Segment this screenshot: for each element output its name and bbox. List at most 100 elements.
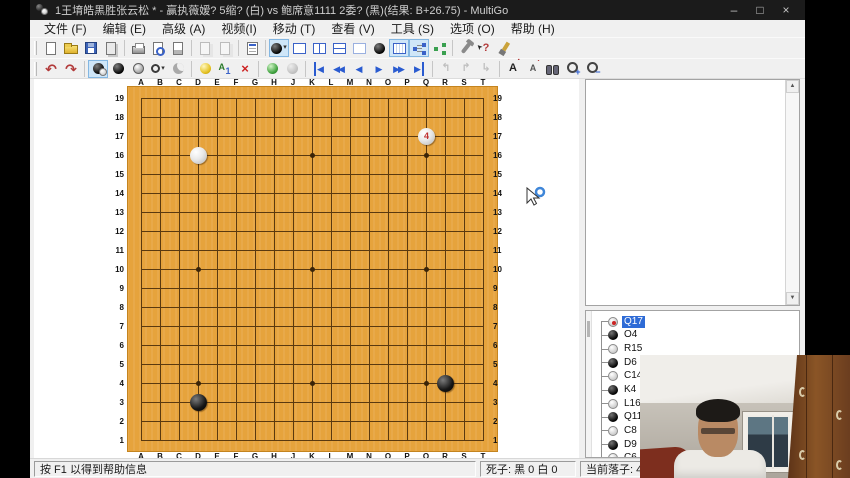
maximize-button[interactable]: □ [747,3,773,17]
menu-item-7[interactable]: 选项 (O) [442,20,503,37]
white-stone-button[interactable] [128,60,148,78]
move-tree-item-Q17[interactable]: Q17 [586,315,799,329]
dropdown-arrow-icon[interactable]: ▾ [283,44,287,52]
coord-number-left: 3 [104,398,124,407]
nav-back10-button[interactable]: ◀◀ [329,60,349,78]
menu-item-6[interactable]: 工具 (S) [383,20,442,37]
minimize-button[interactable]: – [721,3,747,17]
redo-button[interactable]: ↷ [61,60,81,78]
layout-plain-button[interactable] [349,39,369,57]
clean-board-button[interactable] [496,39,516,57]
black-stone-button[interactable] [108,60,128,78]
move-label[interactable]: O4 [622,329,639,341]
coord-number-right: 16 [493,151,513,160]
page-setup-button[interactable] [168,39,188,57]
game-info-button[interactable] [242,39,262,57]
move-label[interactable]: C8 [622,425,639,437]
layout-vsplit-button[interactable] [309,39,329,57]
menu-item-1[interactable]: 编辑 (E) [95,20,154,37]
scroll-down-icon[interactable]: ▼ [786,292,799,305]
stone-D16[interactable] [190,147,207,164]
move-number-button[interactable] [369,39,389,57]
layout-hsplit-button[interactable] [329,39,349,57]
coord-number-right: 6 [493,341,513,350]
print-preview-button[interactable] [148,39,168,57]
comment-panel[interactable]: ▲ ▼ [585,79,800,306]
move-tree-item-O4[interactable]: O4 [586,329,799,343]
close-button[interactable]: × [773,3,799,17]
variation-window-icon [433,43,446,54]
context-help-button[interactable]: ? [476,39,496,57]
undo-button[interactable]: ↶ [41,60,61,78]
flip-board-button [282,60,302,78]
stone-D3[interactable] [190,394,207,411]
menu-item-8[interactable]: 帮助 (H) [503,20,563,37]
move-label[interactable]: Q17 [622,316,645,328]
menu-item-4[interactable]: 移动 (T) [265,20,324,37]
nav-forward10-button[interactable]: ▶▶ [389,60,409,78]
menu-item-5[interactable]: 查看 (V) [323,20,382,37]
comment-scrollbar[interactable]: ▲ ▼ [785,80,799,305]
tree-window-button[interactable] [409,39,429,57]
menu-item-2[interactable]: 高级 (A) [154,20,213,37]
stone-Q17[interactable]: 4 [418,128,435,145]
nav-first-button[interactable]: ◀ [309,60,329,78]
coord-number-right: 12 [493,227,513,236]
dropdown-arrow-icon[interactable]: ▾ [161,65,165,73]
scroll-up-icon[interactable]: ▲ [786,80,799,93]
move-tree-item-R15[interactable]: R15 [586,342,799,356]
menu-bar: 文件 (F)编辑 (E)高级 (A)视频(I)移动 (T)查看 (V)工具 (S… [30,20,805,37]
new-file-button[interactable] [41,39,61,57]
rotate-board-button[interactable] [262,60,282,78]
move-label[interactable]: D9 [622,439,639,451]
coord-number-left: 6 [104,341,124,350]
print-button[interactable] [128,39,148,57]
zoom-out-button[interactable] [583,60,603,78]
grid-line [331,98,332,441]
nav-forward-button[interactable]: ▶ [369,60,389,78]
eraser-button[interactable] [168,60,188,78]
menu-item-0[interactable]: 文件 (F) [36,20,95,37]
coord-number-right: 2 [493,417,513,426]
grid-line [141,421,484,422]
label-mark-button[interactable] [215,60,235,78]
toolbar-grip[interactable] [34,41,37,55]
eraser-icon [173,63,184,74]
move-label[interactable]: D6 [622,357,639,369]
font-small-button[interactable]: A [523,60,543,78]
screen: 1王堉皓黑胜张云松 * - 赢执薇嫒? 5缩? (白) vs 鲍席意1111 2… [0,0,850,478]
find-move-button[interactable] [543,60,563,78]
open-file-button[interactable] [61,39,81,57]
grid-line [407,98,408,441]
nav-last-button[interactable]: ▶ [409,60,429,78]
variation-window-button[interactable] [429,39,449,57]
move-label[interactable]: R15 [622,343,644,355]
coord-letter-top: N [360,79,378,87]
coord-letter-top: M [341,79,359,87]
circle-stone-button[interactable]: ▾ [148,60,168,78]
board-panel: AA1919BB1818CC1717DD1616EE1515FF1414GG13… [34,79,579,458]
comment-window-button[interactable] [389,39,409,57]
copy-moves-icon [220,42,230,55]
tree-connector [601,362,608,363]
save-as-button[interactable] [101,39,121,57]
move-label[interactable]: K4 [622,384,638,396]
play-mode-button[interactable] [88,60,108,78]
save-button[interactable] [81,39,101,57]
game-info-icon [247,42,258,55]
toolbar-grip[interactable] [34,62,37,76]
redo-icon: ↷ [64,62,78,76]
layout-full-button[interactable] [289,39,309,57]
font-large-button[interactable]: A [503,60,523,78]
delete-stone-icon: × [239,62,252,75]
stone-color-button[interactable]: ▾ [269,39,289,57]
stone-R4[interactable] [437,375,454,392]
nav-back-button[interactable]: ◀ [349,60,369,78]
star-point [424,153,429,158]
layout-hsplit-icon [333,43,346,54]
zoom-in-button[interactable] [563,60,583,78]
delete-stone-button[interactable]: × [235,60,255,78]
menu-item-3[interactable]: 视频(I) [213,20,264,37]
coord-mark-button[interactable] [195,60,215,78]
coord-number-right: 4 [493,379,513,388]
